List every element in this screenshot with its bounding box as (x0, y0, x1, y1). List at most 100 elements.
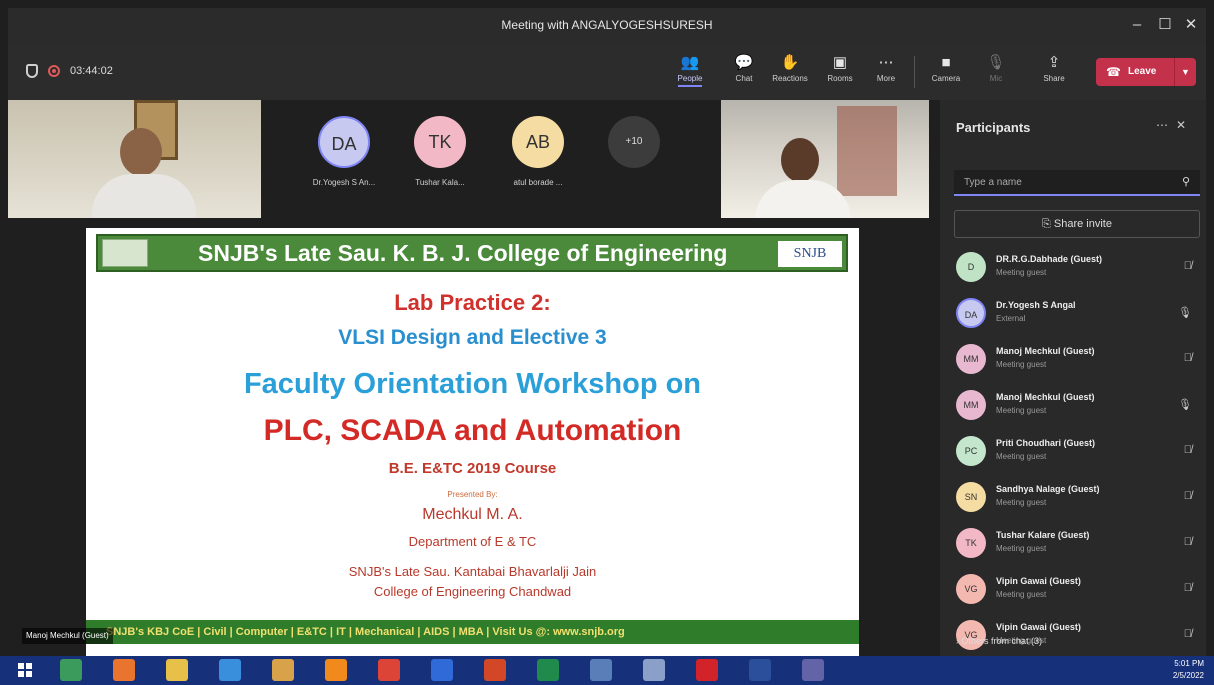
ie-icon[interactable] (219, 659, 241, 681)
avatar-tile-2[interactable]: TK Tushar Kala... (404, 110, 476, 208)
settings-icon[interactable] (431, 659, 453, 681)
others-label: Others from chat (3) (961, 636, 1043, 646)
video-tile-1[interactable] (8, 100, 261, 218)
presenter-name: Mechkul M. A. (422, 506, 523, 523)
more-options-icon[interactable]: ⋯ (1156, 118, 1176, 132)
share-invite-button[interactable]: ⎘ Share invite (954, 210, 1200, 238)
participant-role: Meeting guest (996, 360, 1047, 369)
mic-muted-icon: 🎙̸ (1183, 628, 1192, 640)
meeting-stage: DA Dr.Yogesh S An... TK Tushar Kala... A… (8, 100, 940, 656)
pin-icon[interactable] (590, 659, 612, 681)
search-input[interactable]: Type a name ⚲ (954, 170, 1200, 196)
firefox-icon[interactable] (113, 659, 135, 681)
participant-name: Vipin Gawai (Guest) (996, 622, 1081, 632)
teams2-icon[interactable] (802, 659, 824, 681)
college-emblem-icon (102, 239, 148, 267)
powerpoint-icon[interactable] (484, 659, 506, 681)
close-panel-icon[interactable]: ✕ (1176, 118, 1194, 132)
avatar: VG (956, 574, 986, 604)
chrome-icon[interactable] (378, 659, 400, 681)
mic-muted-icon: 🎙̸ (1183, 444, 1192, 456)
participant-row[interactable]: SN Sandhya Nalage (Guest) Meeting guest … (940, 476, 1206, 522)
slide-header: SNJB's Late Sau. K. B. J. College of Eng… (96, 234, 848, 272)
excel-icon[interactable] (537, 659, 559, 681)
window-icon[interactable] (749, 659, 771, 681)
slide-line-5: B.E. E&TC 2019 Course (388, 460, 557, 477)
participant-row[interactable]: VG Vipin Gawai (Guest) Meeting guest 🎙̸ (940, 614, 1206, 656)
participant-row[interactable]: D DR.R.G.Dabhade (Guest) Meeting guest 🎙… (940, 246, 1206, 292)
avatar-tile-3[interactable]: AB atul borade ... (502, 110, 574, 208)
meeting-timer: 03:44:02 (70, 65, 113, 77)
participant-row[interactable]: MM Manoj Mechkul (Guest) Meeting guest 🎙 (940, 384, 1206, 430)
avatar-tile-1[interactable]: DA Dr.Yogesh S An... (308, 110, 380, 208)
search-placeholder: Type a name (964, 177, 1022, 188)
acrobat-icon[interactable] (696, 659, 718, 681)
mic-muted-icon: 🎙̸ (1183, 352, 1192, 364)
participant-role: Meeting guest (996, 268, 1047, 277)
slide-line-2: VLSI Design and Elective 3 (338, 326, 607, 349)
participant-name: Manoj Mechkul (Guest) (996, 346, 1095, 356)
reactions-button[interactable]: ✋ Reactions (770, 52, 810, 94)
leave-button[interactable]: ☎ Leave ▼ (1096, 58, 1196, 86)
vlc-icon[interactable] (325, 659, 347, 681)
participant-row[interactable]: PC Priti Choudhari (Guest) Meeting guest… (940, 430, 1206, 476)
avatar: D (956, 252, 986, 282)
mic-icon: 🎙 (1178, 307, 1192, 319)
slide-footer: SNJB's KBJ CoE | Civil | Computer | E&TC… (86, 620, 859, 644)
participant-name: DR.R.G.Dabhade (Guest) (996, 254, 1103, 264)
institute-line-2: College of Engineering Chandwad (373, 584, 572, 599)
minimize-button[interactable]: – (1126, 14, 1148, 36)
college-name: SNJB's Late Sau. K. B. J. College of Eng… (198, 240, 728, 266)
mic-muted-icon: 🎙̸ (1183, 582, 1192, 594)
others-from-chat[interactable]: › Others from chat (3) (956, 636, 1042, 646)
avatar: MM (956, 390, 986, 420)
rooms-button[interactable]: ▣ Rooms (820, 52, 860, 94)
system-tray[interactable]: 5:01 PM 2/5/2022 (1173, 658, 1204, 682)
share-icon: ⇪ (1047, 54, 1061, 71)
more-participants-tile[interactable]: +10 (598, 110, 670, 208)
participant-name: Tushar Kalare (Guest) (996, 530, 1090, 540)
leave-label: Leave (1128, 66, 1157, 77)
close-button[interactable]: ✕ (1180, 14, 1202, 36)
participant-row[interactable]: TK Tushar Kalare (Guest) Meeting guest 🎙… (940, 522, 1206, 568)
reactions-icon: ✋ (780, 54, 800, 71)
rooms-icon: ▣ (832, 54, 848, 71)
notepad-icon[interactable] (643, 659, 665, 681)
more-button[interactable]: ⋯ More (866, 52, 906, 94)
participant-row[interactable]: VG Vipin Gawai (Guest) Meeting guest 🎙̸ (940, 568, 1206, 614)
people-button[interactable]: 👥 People (670, 52, 710, 94)
share-button[interactable]: ⇪ Share (1034, 52, 1074, 94)
toolbar-separator (914, 56, 915, 88)
background-curtain (837, 106, 897, 196)
avatar: TK (414, 116, 466, 168)
video-tile-2[interactable] (721, 100, 929, 218)
clock-date: 2/5/2022 (1172, 671, 1204, 680)
chevron-down-icon[interactable]: ▼ (1174, 58, 1196, 86)
avatar: DA (956, 298, 986, 328)
mic-muted-icon: 🎙̸ (1183, 536, 1192, 548)
phone-icon: ☎ (1106, 65, 1121, 79)
mic-label: Mic (989, 74, 1003, 83)
avatar: MM (956, 344, 986, 374)
media-icon[interactable] (272, 659, 294, 681)
participants-panel: Participants ⋯✕ Type a name ⚲ ⎘ Share in… (940, 100, 1206, 656)
participant-row[interactable]: DA Dr.Yogesh S Angal External 🎙 (940, 292, 1206, 338)
windows-start-icon[interactable] (18, 663, 32, 677)
avatar-name: Tushar Kala... (415, 178, 465, 187)
chat-button[interactable]: 💬 Chat (724, 52, 764, 94)
rooms-label: Rooms (827, 74, 853, 83)
maximize-button[interactable]: ☐ (1154, 14, 1176, 36)
invite-icon: ⎘ (1042, 218, 1051, 230)
taskbar: 5:01 PM 2/5/2022 (0, 656, 1214, 685)
institute-line-1: SNJB's Late Sau. Kantabai Bhavarlalji Ja… (348, 564, 597, 579)
recording-icon (48, 65, 60, 77)
folder-icon[interactable] (166, 659, 188, 681)
camera-button[interactable]: ■ Camera (926, 52, 966, 94)
avatar-name: atul borade ... (513, 178, 563, 187)
mic-button[interactable]: 🎙 Mic (976, 52, 1016, 94)
panel-title: Participants (956, 120, 1031, 135)
chat-icon: 💬 (734, 54, 754, 71)
participant-head (781, 138, 819, 182)
participant-row[interactable]: MM Manoj Mechkul (Guest) Meeting guest 🎙… (940, 338, 1206, 384)
teams-icon[interactable] (60, 659, 82, 681)
